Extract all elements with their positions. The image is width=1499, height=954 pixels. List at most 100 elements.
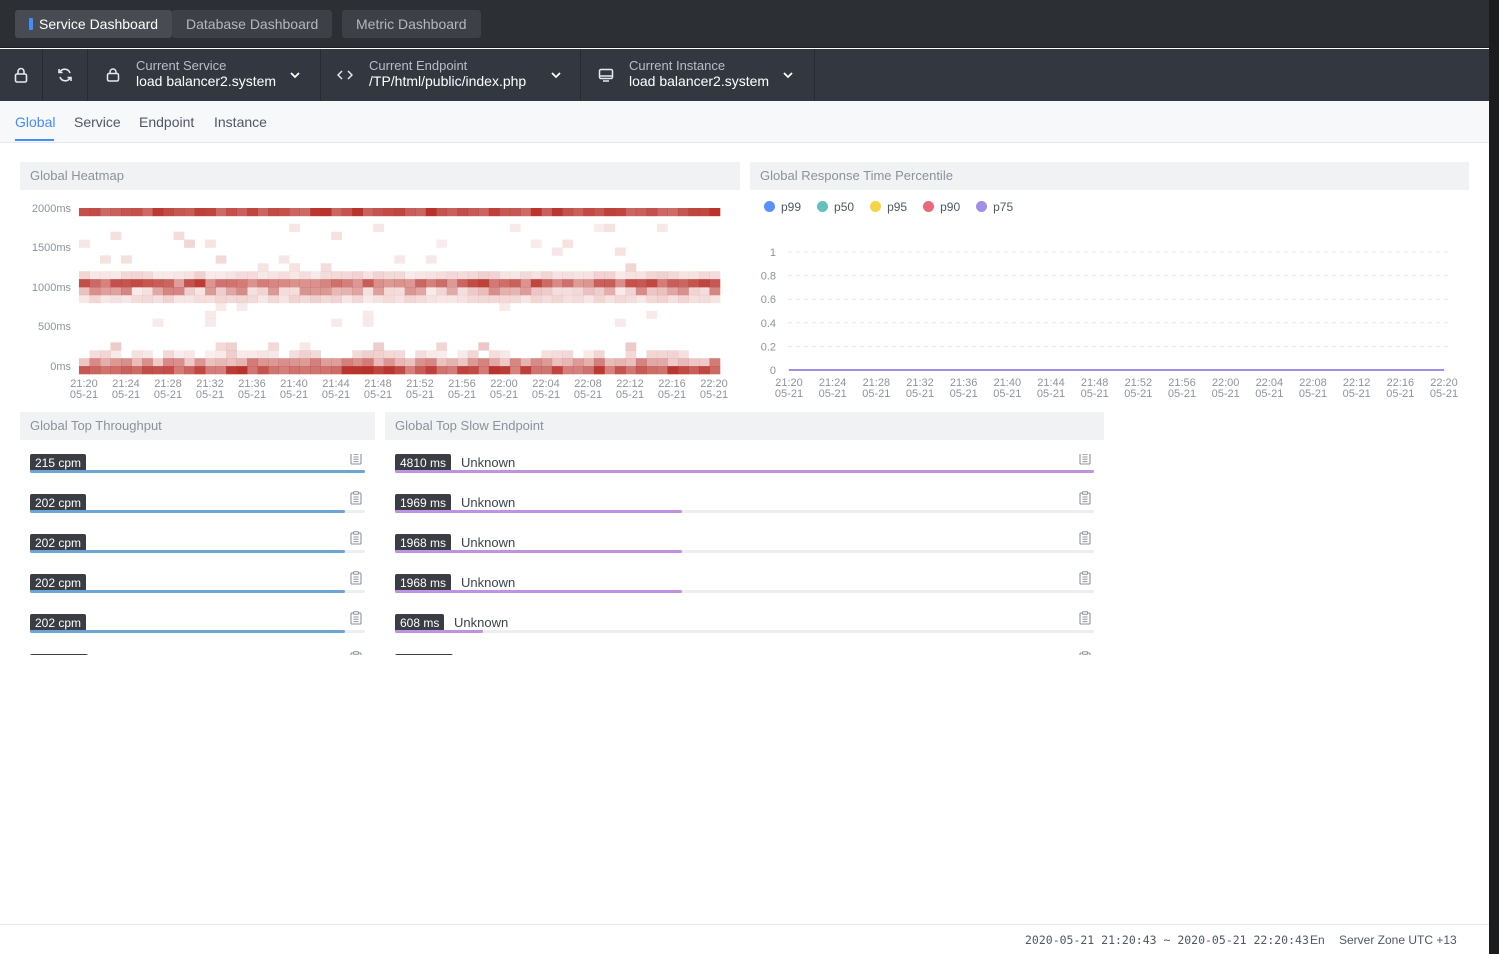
heatmap-cell	[341, 287, 353, 296]
heatmap-cell	[215, 208, 227, 217]
heatmap-cell	[373, 294, 385, 304]
legend-item-p50[interactable]: p50	[817, 200, 854, 214]
heatmap-cell	[394, 350, 406, 359]
heatmap-cell	[436, 239, 448, 248]
heatmap-cell	[100, 208, 111, 217]
subnav-endpoint[interactable]: Endpoint	[139, 114, 194, 130]
heatmap-cell	[436, 350, 448, 359]
heatmap-cell	[656, 279, 668, 288]
heatmap-cell	[478, 271, 490, 280]
heatmap-cell	[247, 287, 258, 296]
heatmap-cell	[436, 342, 448, 351]
heatmap-cell	[541, 366, 553, 375]
heatmap-cell	[352, 294, 364, 304]
heatmap-cell	[247, 208, 258, 217]
copy-clipboard-icon[interactable]	[1079, 571, 1091, 585]
heatmap-cell	[352, 287, 364, 296]
heatmap-cell	[142, 358, 153, 367]
heatmap-cell	[121, 358, 132, 367]
heatmap-cell	[520, 294, 532, 304]
heatmap-cell	[467, 279, 479, 288]
copy-clipboard-icon[interactable]	[1079, 454, 1091, 465]
heatmap-cell	[478, 366, 490, 375]
copy-clipboard-icon[interactable]	[1079, 531, 1091, 545]
copy-clipboard-icon[interactable]	[350, 454, 362, 465]
heatmap-cell	[457, 271, 469, 280]
legend-item-p95[interactable]: p95	[870, 200, 907, 214]
heatmap-cell	[310, 350, 321, 359]
copy-clipboard-icon[interactable]	[350, 491, 362, 505]
refresh-icon	[58, 68, 72, 82]
copy-clipboard-icon[interactable]	[350, 651, 362, 655]
heatmap-cell	[593, 350, 605, 359]
subnav-service[interactable]: Service	[74, 114, 121, 130]
tab-database-dashboard[interactable]: Database Dashboard	[172, 10, 333, 38]
heatmap-cell	[152, 279, 164, 288]
heatmap-cell	[457, 350, 469, 359]
heatmap-cell	[520, 208, 532, 217]
heatmap-cell	[436, 358, 448, 367]
heatmap-cell	[184, 287, 195, 296]
service-selector[interactable]: Current Service load balancer2.system	[88, 49, 321, 101]
heatmap-cell	[572, 287, 584, 296]
tab-service-dashboard[interactable]: Service Dashboard	[15, 10, 173, 38]
copy-clipboard-icon[interactable]	[1079, 651, 1091, 655]
heatmap-cell	[709, 208, 721, 217]
instance-selector[interactable]: Current Instance load balancer2.system	[581, 49, 815, 101]
heatmap-cell	[499, 279, 511, 288]
time-range[interactable]: 2020-05-21 21:20:43 ~ 2020-05-21 22:20:4…	[1025, 933, 1309, 947]
language-switch[interactable]: En	[1310, 933, 1325, 947]
heatmap-cell	[709, 366, 721, 375]
legend-item-p99[interactable]: p99	[764, 200, 801, 214]
status-footer: 2020-05-21 21:20:43 ~ 2020-05-21 22:20:4…	[0, 924, 1489, 954]
heatmap-cell	[383, 350, 395, 359]
heatmap-cell	[551, 271, 563, 280]
copy-clipboard-icon[interactable]	[350, 611, 362, 625]
legend-item-p75[interactable]: p75	[976, 200, 1013, 214]
heatmap-cell	[278, 271, 290, 280]
heatmap-cell	[709, 358, 721, 367]
heatmap-cell	[100, 358, 111, 367]
heatmap-cell	[425, 366, 437, 375]
progress-fill	[30, 470, 365, 473]
tab-metric-dashboard[interactable]: Metric Dashboard	[342, 10, 481, 38]
heatmap-cell	[121, 366, 132, 375]
heatmap-cell	[436, 287, 448, 296]
heatmap-cell	[656, 350, 668, 359]
heatmap-cell	[110, 342, 122, 351]
heatmap-cell	[205, 310, 216, 319]
copy-clipboard-icon[interactable]	[350, 531, 362, 545]
heatmap-cell	[89, 208, 101, 217]
copy-clipboard-icon[interactable]	[1079, 611, 1091, 625]
refresh-button[interactable]	[43, 49, 88, 101]
heatmap-cell	[194, 208, 206, 217]
progress-fill	[395, 470, 1094, 473]
heatmap-cell	[320, 271, 332, 280]
endpoint-selector[interactable]: Current Endpoint /TP/html/public/index.p…	[321, 49, 581, 101]
heatmap-cell	[205, 366, 216, 375]
heatmap-cell	[625, 350, 637, 359]
copy-clipboard-icon[interactable]	[350, 571, 362, 585]
copy-clipboard-icon[interactable]	[1079, 491, 1091, 505]
heatmap-cell	[509, 279, 521, 288]
heatmap-cell	[226, 342, 237, 351]
subnav-global[interactable]: Global	[15, 114, 55, 130]
subnav-instance[interactable]: Instance	[214, 114, 267, 130]
heatmap-cell	[320, 263, 332, 272]
legend-item-p90[interactable]: p90	[923, 200, 960, 214]
heatmap-cell	[709, 279, 721, 288]
heatmap-cell	[614, 279, 626, 288]
heatmap-cell	[572, 271, 584, 280]
heatmap-x-date: 05-21	[238, 389, 266, 401]
lock-button[interactable]	[0, 49, 43, 101]
heatmap-cell	[331, 279, 343, 288]
heatmap-cell	[373, 208, 385, 217]
heatmap-cell	[667, 279, 679, 288]
heatmap-cell	[257, 263, 269, 272]
heatmap-cell	[551, 247, 563, 256]
heatmap-cell	[173, 279, 185, 288]
heatmap-cell	[362, 271, 374, 280]
heatmap-cell	[530, 358, 542, 367]
percentile-x-date: 05-21	[1299, 388, 1327, 400]
heatmap-cell	[110, 287, 122, 296]
